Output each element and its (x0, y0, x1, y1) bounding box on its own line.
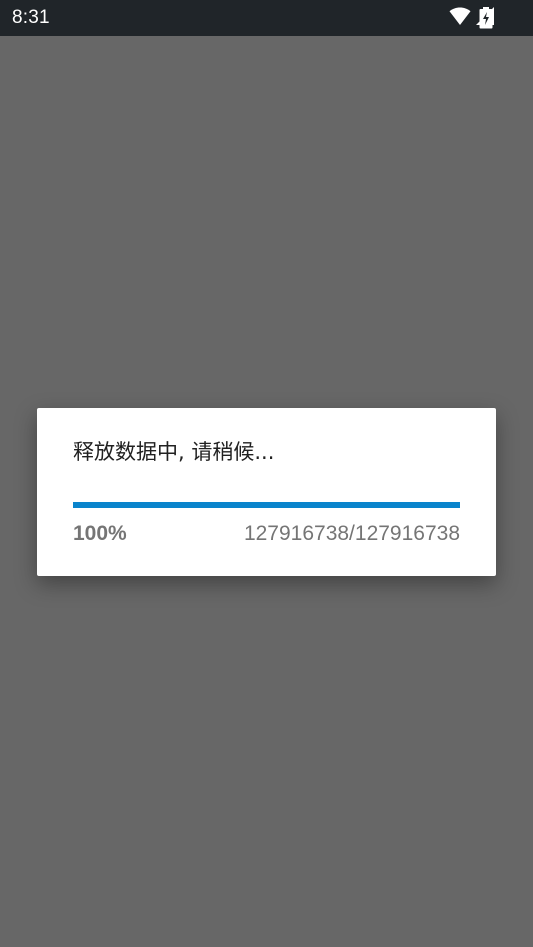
progress-percent: 100% (73, 522, 127, 545)
progress-count: 127916738/127916738 (243, 522, 460, 545)
progress-bar (73, 502, 460, 508)
progress-bar-fill (73, 502, 460, 508)
progress-dialog: 释放数据中, 请稍候... 100% 127916738/127916738 (37, 408, 496, 576)
status-time: 8:31 (12, 7, 50, 28)
wifi-icon (449, 6, 471, 30)
battery-charging-icon (479, 7, 493, 33)
dialog-message: 释放数据中, 请稍候... (73, 440, 275, 464)
status-bar: 8:31 (0, 0, 533, 36)
